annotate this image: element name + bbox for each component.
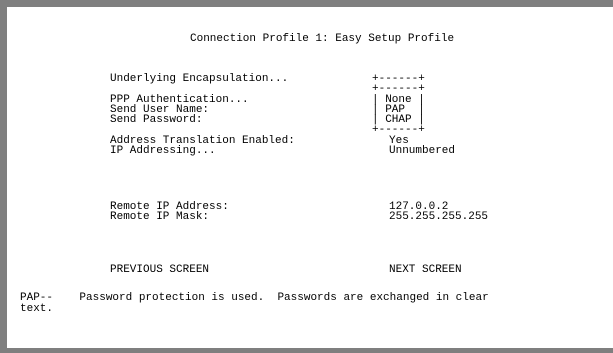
- previous-screen-button[interactable]: PREVIOUS SCREEN: [110, 265, 209, 276]
- screen-title: Connection Profile 1: Easy Setup Profile: [190, 33, 455, 45]
- popup-border-bottom: +------+: [372, 124, 425, 136]
- next-screen-button[interactable]: NEXT SCREEN: [389, 265, 462, 276]
- ip-addressing-label[interactable]: IP Addressing...: [110, 146, 216, 157]
- help-text-line-2: text.: [20, 303, 54, 315]
- ip-addressing-value: Unnumbered: [389, 145, 456, 157]
- popup-border-top-inner: +------+: [372, 83, 425, 95]
- remote-ip-mask-label[interactable]: Remote IP Mask:: [110, 212, 209, 223]
- terminal-screen: Connection Profile 1: Easy Setup Profile…: [0, 0, 613, 353]
- encapsulation-label[interactable]: Underlying Encapsulation...: [110, 74, 288, 85]
- send-password-label[interactable]: Send Password:: [110, 115, 202, 126]
- remote-ip-mask-value: 255.255.255.255: [389, 211, 489, 223]
- help-text-line-1: PAP-- Password protection is used. Passw…: [20, 292, 489, 304]
